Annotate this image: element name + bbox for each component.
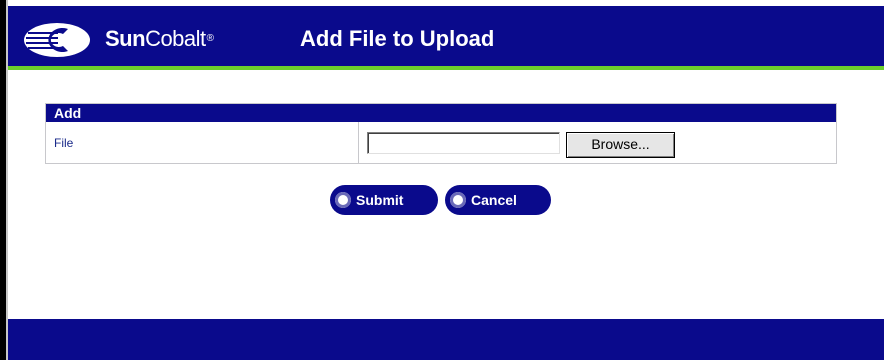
file-path-input[interactable]	[367, 132, 560, 154]
header-accent-stripe	[8, 66, 884, 70]
brand-name: SunCobalt®	[105, 26, 214, 52]
row-divider	[358, 122, 359, 163]
file-label: File	[54, 136, 74, 150]
submit-button-label: Submit	[356, 192, 404, 208]
window-frame: SunCobalt® Add File to Upload Add File B…	[0, 0, 884, 360]
file-row: File Browse...	[46, 122, 836, 163]
footer-bar	[8, 319, 884, 360]
add-panel-title: Add	[54, 105, 82, 121]
header-bar: SunCobalt® Add File to Upload	[8, 6, 884, 66]
add-file-panel: Add File Browse...	[45, 103, 837, 164]
browse-button[interactable]: Browse...	[566, 132, 675, 158]
brand-name-bold: Sun	[105, 26, 146, 51]
add-panel-header: Add	[46, 104, 836, 122]
radio-dot-icon	[450, 192, 466, 208]
brand-trademark: ®	[206, 33, 215, 44]
cancel-button[interactable]: Cancel	[445, 185, 551, 215]
radio-dot-icon	[335, 192, 351, 208]
sun-cobalt-logo-icon	[24, 23, 90, 57]
submit-button[interactable]: Submit	[330, 185, 438, 215]
page-title: Add File to Upload	[300, 26, 495, 51]
cancel-button-label: Cancel	[471, 192, 517, 208]
brand-name-regular: Cobalt	[145, 26, 206, 51]
